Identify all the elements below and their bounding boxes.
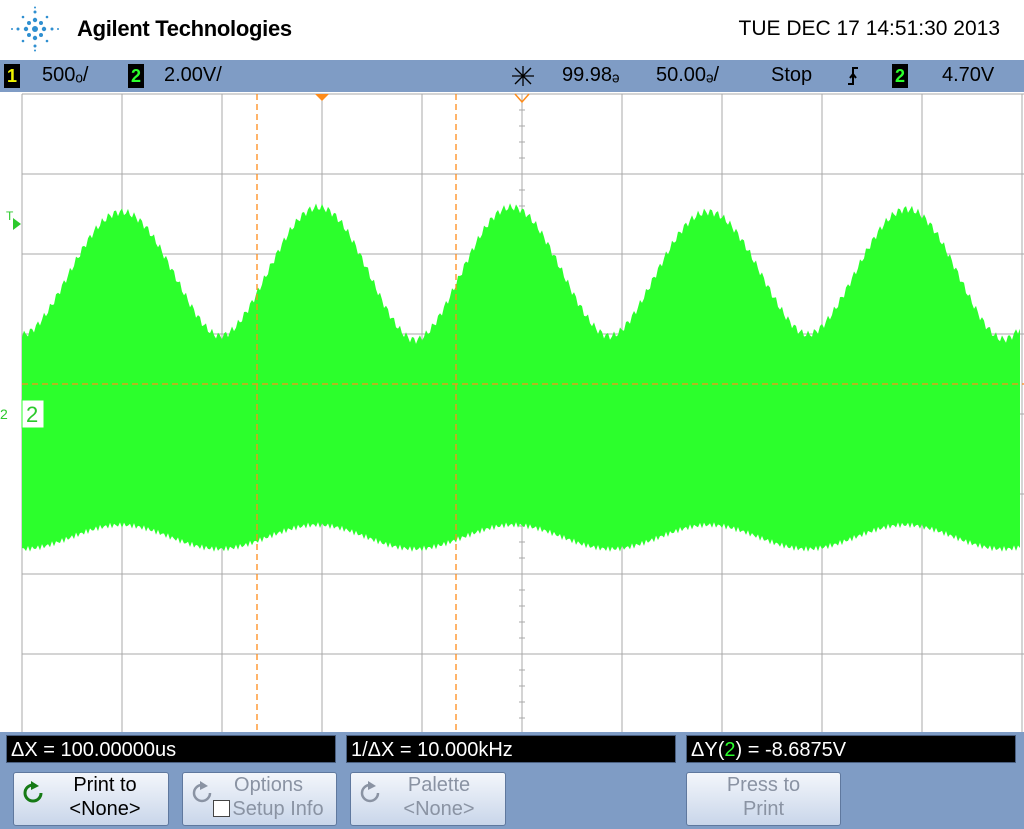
channel-2-scale: 2.00V/: [164, 64, 222, 86]
press-to-print-button[interactable]: Press to Print: [686, 772, 841, 826]
palette-button[interactable]: Palette <None>: [350, 772, 506, 826]
delta-y-value: ) = -8.6875V: [735, 739, 847, 761]
refresh-cycle-icon: [360, 781, 380, 803]
trigger-edge-icon: [848, 67, 858, 85]
channel-2-badge[interactable]: 2: [128, 64, 144, 88]
trigger-level-arrow: [13, 218, 21, 230]
agilent-spark-logo-icon: [11, 6, 59, 52]
palette-label: Palette: [407, 774, 471, 796]
channel-1-badge[interactable]: 1: [4, 64, 20, 88]
date-time: TUE DEC 17 14:51:30 2013: [738, 17, 1001, 40]
trigger-source-badge[interactable]: 2: [892, 64, 908, 88]
print-to-label: Print to: [73, 774, 137, 796]
waveform-display[interactable]: T 2 2: [0, 92, 1024, 735]
run-state: Stop: [771, 64, 813, 86]
delta-y-readout: ΔY(2) = -8.6875V: [686, 735, 1016, 763]
trigger-position-marker: [315, 94, 329, 101]
time-reference-icon: [512, 66, 534, 86]
press-to-print-label: Press to: [726, 774, 801, 796]
bottom-panel: ΔX = 100.00000us 1/ΔX = 10.000kHz ΔY(2) …: [0, 732, 1024, 829]
trigger-level-marker: T: [6, 209, 14, 223]
channel-2-trace: [22, 203, 1020, 552]
brand-name: Agilent Technologies: [77, 16, 292, 41]
channel-2-marker: 2: [26, 402, 38, 427]
delta-y-prefix: ΔY(: [691, 739, 725, 761]
print-to-button[interactable]: Print to <None>: [13, 772, 169, 826]
status-bar: 1 500ₒ/ 2 2.00V/ 99.98ₔ 50.00ₔ/ Stop 2 4…: [0, 60, 1024, 92]
inverse-delta-x-readout: 1/ΔX = 10.000kHz: [346, 735, 676, 763]
options-label: Options: [234, 774, 303, 796]
time-delay: 99.98ₔ: [562, 64, 620, 86]
print-to-value: <None>: [69, 798, 141, 820]
setup-info-label: Setup Info: [232, 798, 324, 820]
trigger-level: 4.70V: [942, 64, 995, 86]
delta-x-readout: ΔX = 100.00000us: [6, 735, 336, 763]
palette-value: <None>: [403, 798, 475, 820]
ground-marker: 2: [0, 406, 8, 422]
title-bar: Agilent Technologies TUE DEC 17 14:51:30…: [0, 0, 1024, 60]
waveform-canvas[interactable]: T 2 2: [0, 92, 1024, 735]
setup-info-checkbox[interactable]: [213, 800, 231, 817]
delta-y-channel: 2: [724, 739, 736, 761]
options-button[interactable]: Options Setup Info: [182, 772, 337, 826]
time-scale: 50.00ₔ/: [656, 64, 720, 86]
press-to-print-value: Print: [742, 798, 785, 820]
refresh-cycle-icon: [192, 781, 212, 803]
refresh-cycle-icon: [23, 781, 43, 803]
channel-1-scale: 500ₒ/: [42, 64, 89, 86]
